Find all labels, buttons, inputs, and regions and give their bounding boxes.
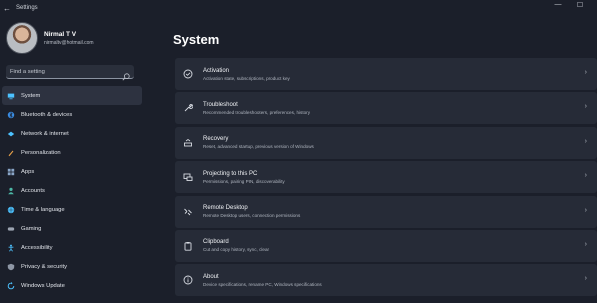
settings-card-recovery[interactable]: Recovery Reset, advanced startup, previou… — [175, 126, 597, 159]
activation-icon — [183, 69, 193, 79]
card-title: Projecting to this PC — [203, 170, 258, 177]
chevron-right-icon: › — [584, 103, 587, 111]
page-title: System — [173, 32, 220, 47]
recovery-icon — [183, 138, 193, 148]
chevron-right-icon: › — [584, 240, 587, 248]
settings-card-activation[interactable]: Activation Activation state, subscription… — [175, 58, 597, 90]
info-icon — [183, 275, 193, 285]
chevron-right-icon: › — [584, 275, 587, 283]
bluetooth-icon — [6, 110, 15, 119]
settings-list: Activation Activation state, subscription… — [175, 58, 597, 299]
chevron-right-icon: › — [584, 206, 587, 214]
sidebar-item-windows-update[interactable]: Windows Update — [2, 276, 142, 295]
card-description: Device specifications, rename PC, Window… — [203, 281, 322, 287]
shield-icon — [6, 262, 15, 271]
maximize-button[interactable]: ☐ — [569, 1, 591, 9]
sidebar-item-label: Privacy & security — [21, 263, 68, 270]
settings-card-troubleshoot[interactable]: Troubleshoot Recommended troubleshooters,… — [175, 92, 597, 125]
card-description: Activation state, subscriptions, product… — [203, 75, 290, 81]
wrench-icon — [183, 103, 193, 113]
sidebar-item-label: Accessibility — [21, 244, 53, 251]
card-title: Activation — [203, 67, 230, 74]
search-icon — [122, 68, 130, 80]
window-controls: — ☐ — [547, 1, 591, 9]
card-description: Permissions, pairing PIN, discoverabilit… — [203, 178, 285, 184]
user-email: nirmaltv@hotmail.com — [44, 39, 94, 46]
gaming-icon — [6, 224, 15, 233]
globe-icon — [6, 205, 15, 214]
search-placeholder: Find a setting — [10, 68, 45, 75]
sidebar: Nirmal T V nirmaltv@hotmail.com Find a s… — [0, 16, 148, 303]
sidebar-item-label: Personalization — [21, 149, 61, 156]
system-icon — [6, 91, 15, 100]
sidebar-item-privacy-security[interactable]: Privacy & security — [2, 257, 142, 276]
chevron-right-icon: › — [584, 69, 587, 76]
clipboard-icon — [183, 241, 193, 251]
sidebar-item-label: Network & internet — [21, 130, 69, 137]
sidebar-item-label: System — [21, 92, 41, 99]
sidebar-item-label: Accounts — [21, 187, 45, 194]
card-title: Clipboard — [203, 239, 229, 246]
minimize-button[interactable]: — — [547, 1, 569, 9]
sidebar-item-label: Bluetooth & devices — [21, 111, 73, 118]
card-title: Recovery — [203, 136, 229, 143]
sidebar-item-accounts[interactable]: Accounts — [2, 181, 142, 200]
sidebar-item-apps[interactable]: Apps — [2, 162, 142, 181]
chevron-right-icon: › — [584, 137, 587, 145]
settings-card-remote-desktop[interactable]: Remote Desktop Remote Desktop users, conn… — [175, 195, 597, 228]
sidebar-item-label: Gaming — [21, 225, 42, 232]
search-input[interactable]: Find a setting — [6, 65, 134, 80]
settings-card-clipboard[interactable]: Clipboard Cut and copy history, sync, cle… — [175, 229, 597, 262]
title-bar: ← Settings — ☐ — [0, 0, 597, 16]
sidebar-item-accessibility[interactable]: Accessibility — [2, 238, 142, 257]
sidebar-item-personalization[interactable]: Personalization — [2, 143, 142, 162]
sidebar-item-gaming[interactable]: Gaming — [2, 219, 142, 238]
avatar — [6, 22, 38, 54]
settings-card-about[interactable]: About Device specifications, rename PC, W… — [175, 264, 597, 297]
accessibility-icon — [6, 243, 15, 252]
update-icon — [6, 281, 15, 290]
network-icon — [6, 129, 15, 138]
profile[interactable]: Nirmal T V nirmaltv@hotmail.com — [6, 22, 94, 54]
sidebar-item-label: Windows Update — [21, 282, 65, 289]
card-description: Reset, advanced startup, previous versio… — [203, 144, 314, 150]
sidebar-item-bluetooth-devices[interactable]: Bluetooth & devices — [2, 105, 142, 124]
sidebar-item-system[interactable]: System — [2, 86, 142, 105]
card-description: Remote Desktop users, connection permiss… — [203, 213, 301, 219]
sidebar-nav: System Bluetooth & devices Network & inter… — [2, 86, 142, 295]
user-name: Nirmal T V — [44, 30, 77, 38]
sidebar-item-label: Time & language — [21, 206, 65, 213]
sidebar-item-network-internet[interactable]: Network & internet — [2, 124, 142, 143]
chevron-right-icon: › — [584, 172, 587, 180]
card-title: Troubleshoot — [203, 101, 238, 108]
card-description: Cut and copy history, sync, clear — [203, 247, 270, 253]
card-description: Recommended troubleshooters, preferences… — [203, 109, 310, 115]
card-title: Remote Desktop — [203, 205, 248, 212]
sidebar-item-time-language[interactable]: Time & language — [2, 200, 142, 219]
settings-card-projecting-to-this-pc[interactable]: Projecting to this PC Permissions, pairin… — [175, 161, 597, 194]
brush-icon — [6, 148, 15, 157]
back-button[interactable]: ← — [0, 4, 14, 13]
card-title: About — [203, 273, 219, 280]
account-icon — [6, 186, 15, 195]
remote-desktop-icon — [183, 207, 193, 217]
apps-icon — [6, 167, 15, 176]
window-title: Settings — [16, 5, 38, 11]
projecting-icon — [183, 172, 193, 182]
sidebar-item-label: Apps — [21, 168, 35, 175]
